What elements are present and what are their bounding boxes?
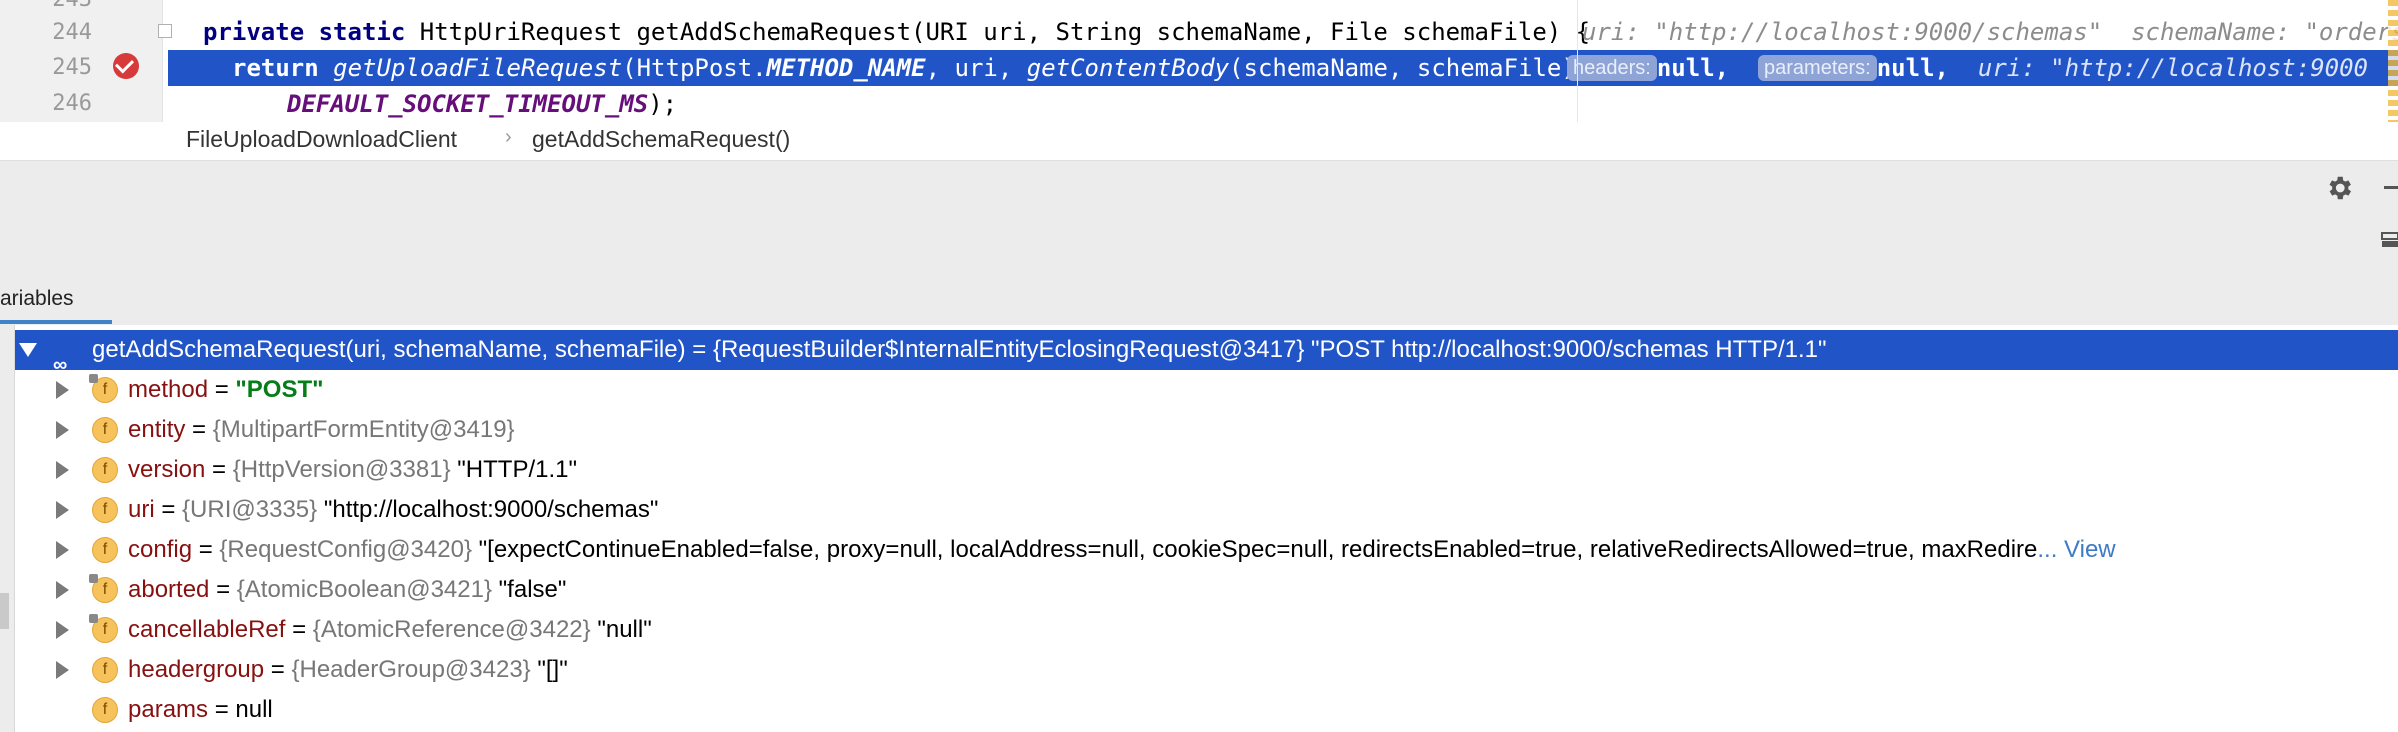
expand-toggle-icon[interactable] [56,381,69,399]
view-link[interactable]: ... View [2037,536,2115,563]
tree-row-params[interactable]: f params = null [0,690,2398,730]
var-name: config [128,536,193,563]
expand-toggle-icon[interactable] [56,501,69,519]
code-text: (HttpPost. [622,54,767,82]
tree-row-uri[interactable]: f uri = {URI@3335} "http://localhost:900… [0,490,2398,530]
inline-debug-hint: uri: "http://localhost:9000/schemas" sch… [1582,18,2398,46]
code-text: (schemaName, schemaFile), [1229,54,1591,82]
var-name: method [128,376,209,403]
var-type: {AtomicBoolean@3421} [236,576,492,603]
tree-row-method[interactable]: f method = "POST" [0,370,2398,410]
constant: DEFAULT_SOCKET_TIMEOUT_MS [287,90,649,118]
code-line-245: return getUploadFileRequest(HttpPost.MET… [232,50,1590,86]
var-value: "http://localhost:9000/schemas" [323,496,659,523]
layout-icon[interactable] [2380,229,2398,251]
variables-tree[interactable]: ∞ getAddSchemaRequest(uri, schemaName, s… [0,325,2398,732]
expand-toggle-icon[interactable] [56,621,69,639]
code-text: , uri, [925,54,1027,82]
fold-icon[interactable] [158,24,172,38]
method-call: getUploadFileRequest [333,54,623,82]
code-text: ); [648,90,678,118]
expand-toggle-icon[interactable] [56,461,69,479]
code-editor[interactable]: 243 244 245 246 private static HttpUriRe… [0,0,2398,122]
code-line-246: DEFAULT_SOCKET_TIMEOUT_MS); [287,86,677,122]
breadcrumb-separator: › [505,126,512,148]
var-value: "[]" [537,656,568,683]
parameter-hint-pill: parameters: [1758,55,1877,81]
method-call: getContentBody [1026,54,1230,82]
var-type: {HeaderGroup@3423} [291,656,531,683]
field-icon: f [92,497,118,523]
field-icon: f [89,614,118,643]
debugger-toolbar [0,217,2398,274]
constant: METHOD_NAME [766,54,926,82]
keyword: private static [203,18,406,46]
expand-toggle-icon[interactable] [56,421,69,439]
tree-row-config[interactable]: f config = {RequestConfig@3420} "[expect… [0,530,2398,570]
debug-tab-bar: ariables [0,273,2398,326]
code-text: HttpUriRequest getAddSchemaRequest(URI u… [405,18,1591,46]
expand-toggle-icon[interactable] [56,541,69,559]
var-name: uri [128,496,155,523]
gutter-separator [162,0,163,122]
expand-toggle-icon[interactable] [56,581,69,599]
hint-value: null, [1656,54,1730,82]
gear-icon[interactable] [2324,173,2354,203]
line-number: 245 [52,55,92,80]
breakpoint-icon[interactable] [113,53,139,79]
field-icon: f [92,457,118,483]
var-name: cancellableRef [128,616,286,643]
var-name: version [128,456,206,483]
expand-toggle-icon[interactable] [19,343,37,357]
hint-value: null, [1876,54,1949,82]
code-line-244: private static HttpUriRequest getAddSche… [203,14,1590,50]
inline-debug-hint-value: uri: "http://localhost:9000 [1977,54,2369,82]
active-tab-indicator [0,320,112,324]
tab-variables[interactable]: ariables [0,287,74,311]
var-value: "HTTP/1.1" [457,456,577,483]
tree-row-version[interactable]: f version = {HttpVersion@3381} "HTTP/1.1… [0,450,2398,490]
var-name: headergroup [128,656,265,683]
breadcrumb-method[interactable]: getAddSchemaRequest() [532,126,790,153]
debug-toolbar [0,161,2398,218]
var-name: aborted [128,576,210,603]
line-number: 246 [52,91,92,116]
tree-row-aborted[interactable]: f aborted = {AtomicBoolean@3421} "false" [0,570,2398,610]
minimize-icon[interactable] [2384,186,2398,189]
var-value: "null" [597,616,652,643]
inline-debug-hint: headers: null, parameters: null, uri: "htt… [1567,50,2368,86]
field-icon: f [92,417,118,443]
var-value: null [235,696,273,723]
var-type: {MultipartFormEntity@3419} [212,416,515,443]
field-icon: f [92,657,118,683]
tree-row-headergroup[interactable]: f headergroup = {HeaderGroup@3423} "[]" [0,650,2398,690]
breadcrumb: FileUploadDownloadClient › getAddSchemaR… [0,122,2398,161]
field-icon: f [89,574,118,603]
error-stripe[interactable] [2388,0,2398,122]
breadcrumb-class[interactable]: FileUploadDownloadClient [186,126,457,153]
var-value: "false" [498,576,567,603]
var-type: {AtomicReference@3422} [312,616,591,643]
var-name: params [128,696,209,723]
field-icon: f [92,537,118,563]
keyword: return [232,54,319,82]
field-icon: f [92,697,118,723]
parameter-hint-pill: headers: [1567,55,1657,81]
tree-row-cancellableref[interactable]: f cancellableRef = {AtomicReference@3422… [0,610,2398,650]
var-value: "POST" [235,376,324,403]
var-value: "[expectContinueEnabled=false, proxy=nul… [478,536,2038,563]
var-type: {HttpVersion@3381} [232,456,451,483]
line-number: 244 [52,20,92,45]
root-label: getAddSchemaRequest(uri, schemaName, sch… [92,336,1827,363]
field-icon: f [89,374,118,403]
tree-row-entity[interactable]: f entity = {MultipartFormEntity@3419} [0,410,2398,450]
expand-toggle-icon[interactable] [56,661,69,679]
var-name: entity [128,416,186,443]
tree-root-row[interactable]: ∞ getAddSchemaRequest(uri, schemaName, s… [0,330,2398,376]
right-margin-guide [1577,0,1578,122]
var-type: {RequestConfig@3420} [219,536,472,563]
var-type: {URI@3335} [182,496,318,523]
